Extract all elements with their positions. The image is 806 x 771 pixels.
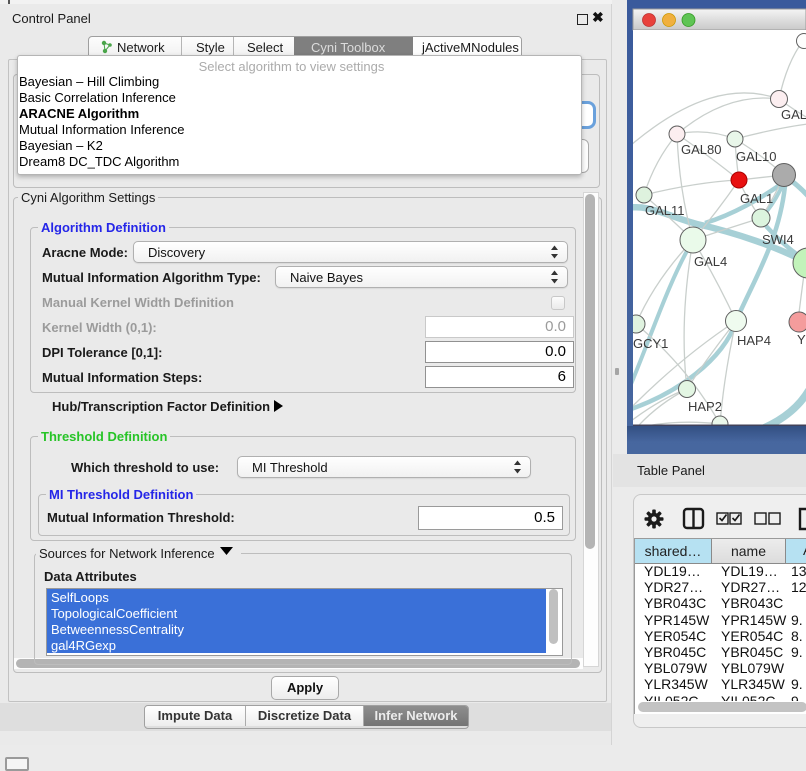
svg-text:Y: Y: [797, 332, 806, 347]
svg-text:GAL1: GAL1: [740, 191, 773, 206]
svg-text:GAL4: GAL4: [694, 254, 727, 269]
svg-text:GAL8: GAL8: [781, 107, 806, 122]
svg-text:HAP4: HAP4: [737, 333, 771, 348]
svg-text:GAL80: GAL80: [681, 142, 721, 157]
svg-text:GCY1: GCY1: [633, 336, 668, 351]
svg-text:HAP2: HAP2: [688, 399, 722, 414]
svg-text:SWI4: SWI4: [762, 232, 794, 247]
svg-text:GAL10: GAL10: [736, 149, 776, 164]
svg-text:GAL11: GAL11: [645, 203, 685, 218]
